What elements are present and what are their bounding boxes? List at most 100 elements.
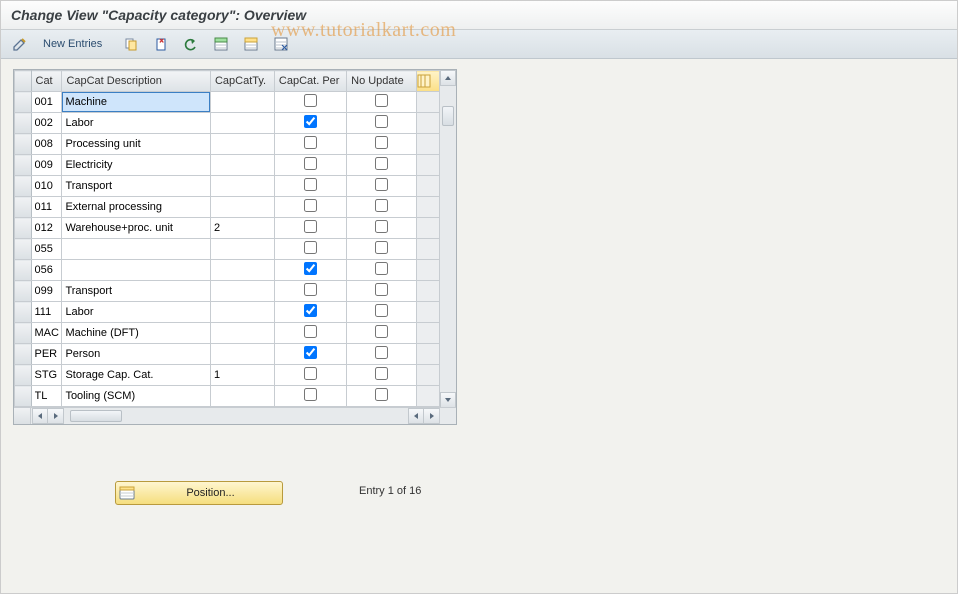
no-update-checkbox[interactable] (375, 304, 388, 317)
header-cat[interactable]: Cat (31, 71, 62, 92)
capcatty-field[interactable] (211, 218, 274, 238)
capcat-per-checkbox[interactable] (304, 367, 317, 380)
no-update-checkbox[interactable] (375, 346, 388, 359)
row-selector[interactable] (15, 260, 32, 281)
cat-field[interactable] (32, 239, 62, 259)
capcat-per-checkbox[interactable] (304, 304, 317, 317)
scroll-up-icon[interactable] (440, 70, 456, 86)
scroll-left-end-icon[interactable] (408, 408, 424, 424)
cat-field[interactable] (32, 302, 62, 322)
cat-field[interactable] (32, 344, 62, 364)
cat-field[interactable] (32, 281, 62, 301)
no-update-checkbox[interactable] (375, 262, 388, 275)
description-field[interactable] (62, 197, 210, 217)
row-selector[interactable] (15, 323, 32, 344)
row-selector[interactable] (15, 302, 32, 323)
row-selector[interactable] (15, 134, 32, 155)
cat-field[interactable] (32, 155, 62, 175)
cat-field[interactable] (32, 260, 62, 280)
capcatty-field[interactable] (211, 176, 274, 196)
description-field[interactable] (62, 302, 210, 322)
no-update-checkbox[interactable] (375, 283, 388, 296)
header-ty[interactable]: CapCatTy. (210, 71, 274, 92)
description-field[interactable] (62, 281, 210, 301)
select-block-icon[interactable] (238, 33, 264, 55)
cat-field[interactable] (32, 218, 62, 238)
no-update-checkbox[interactable] (375, 241, 388, 254)
description-field[interactable] (62, 176, 210, 196)
header-configure-columns-icon[interactable] (417, 71, 440, 92)
no-update-checkbox[interactable] (375, 157, 388, 170)
capcatty-field[interactable] (211, 260, 274, 280)
capcat-per-checkbox[interactable] (304, 241, 317, 254)
row-selector[interactable] (15, 344, 32, 365)
horizontal-scrollbar[interactable] (14, 407, 456, 424)
cat-field[interactable] (32, 386, 62, 406)
no-update-checkbox[interactable] (375, 367, 388, 380)
description-field[interactable] (62, 113, 210, 133)
toggle-display-change-icon[interactable] (7, 33, 33, 55)
no-update-checkbox[interactable] (375, 94, 388, 107)
capcat-per-checkbox[interactable] (304, 262, 317, 275)
hscroll-thumb[interactable] (70, 410, 122, 422)
capcatty-field[interactable] (211, 281, 274, 301)
capcat-per-checkbox[interactable] (304, 136, 317, 149)
capcat-per-checkbox[interactable] (304, 220, 317, 233)
description-field[interactable] (62, 365, 210, 385)
position-button[interactable]: Position... (115, 481, 283, 505)
cat-field[interactable] (32, 365, 62, 385)
capcatty-field[interactable] (211, 323, 274, 343)
undo-change-icon[interactable] (178, 33, 204, 55)
row-selector[interactable] (15, 239, 32, 260)
description-field[interactable] (62, 260, 210, 280)
cat-field[interactable] (32, 176, 62, 196)
capcat-per-checkbox[interactable] (304, 178, 317, 191)
cat-field[interactable] (32, 323, 62, 343)
capcatty-field[interactable] (211, 239, 274, 259)
no-update-checkbox[interactable] (375, 325, 388, 338)
no-update-checkbox[interactable] (375, 388, 388, 401)
description-field[interactable] (62, 218, 210, 238)
capcatty-field[interactable] (211, 386, 274, 406)
row-selector[interactable] (15, 176, 32, 197)
cat-field[interactable] (32, 92, 62, 112)
capcatty-field[interactable] (211, 365, 274, 385)
no-update-checkbox[interactable] (375, 115, 388, 128)
capcat-per-checkbox[interactable] (304, 388, 317, 401)
no-update-checkbox[interactable] (375, 136, 388, 149)
header-upd[interactable]: No Update (347, 71, 417, 92)
row-selector[interactable] (15, 92, 32, 113)
header-desc[interactable]: CapCat Description (62, 71, 211, 92)
row-selector[interactable] (15, 155, 32, 176)
description-field[interactable] (62, 344, 210, 364)
capcat-per-checkbox[interactable] (304, 283, 317, 296)
row-selector[interactable] (15, 365, 32, 386)
capcat-per-checkbox[interactable] (304, 94, 317, 107)
description-field[interactable] (62, 92, 210, 112)
capcatty-field[interactable] (211, 134, 274, 154)
capcat-per-checkbox[interactable] (304, 115, 317, 128)
capcatty-field[interactable] (211, 92, 274, 112)
capcat-per-checkbox[interactable] (304, 325, 317, 338)
capcatty-field[interactable] (211, 155, 274, 175)
description-field[interactable] (62, 386, 210, 406)
no-update-checkbox[interactable] (375, 178, 388, 191)
scroll-left-icon[interactable] (32, 408, 48, 424)
scroll-right-icon[interactable] (424, 408, 440, 424)
capcat-per-checkbox[interactable] (304, 157, 317, 170)
capcatty-field[interactable] (211, 197, 274, 217)
header-per[interactable]: CapCat. Per (274, 71, 346, 92)
new-entries-button[interactable]: New Entries (37, 34, 108, 54)
description-field[interactable] (62, 239, 210, 259)
header-gutter[interactable] (15, 71, 32, 92)
description-field[interactable] (62, 323, 210, 343)
capcatty-field[interactable] (211, 113, 274, 133)
scroll-right-step-icon[interactable] (48, 408, 64, 424)
scroll-down-icon[interactable] (440, 392, 456, 408)
vertical-scrollbar[interactable] (439, 70, 456, 408)
no-update-checkbox[interactable] (375, 199, 388, 212)
select-all-icon[interactable] (208, 33, 234, 55)
row-selector[interactable] (15, 197, 32, 218)
capcat-per-checkbox[interactable] (304, 199, 317, 212)
row-selector[interactable] (15, 281, 32, 302)
